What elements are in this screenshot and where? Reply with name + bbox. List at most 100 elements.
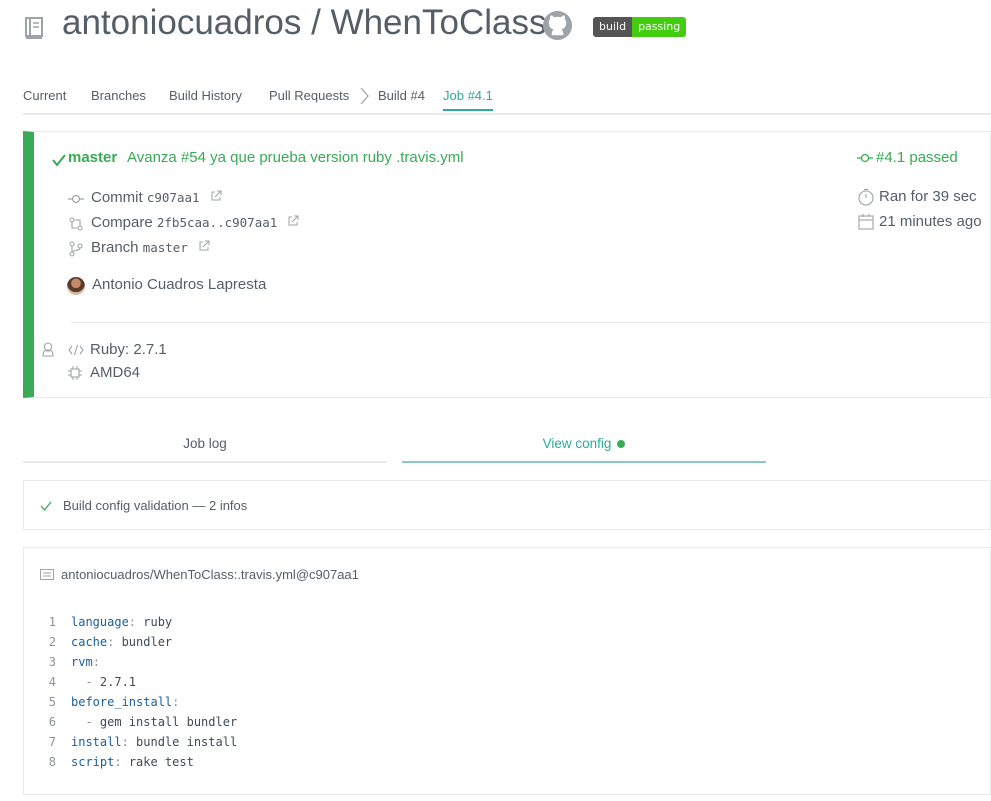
compare-range[interactable]: 2fb5caa..c907aa1 bbox=[157, 215, 277, 230]
external-link-icon[interactable] bbox=[287, 215, 299, 227]
job-status-label: #4.1 passed bbox=[876, 149, 958, 166]
author-name: Antonio Cuadros Lapresta bbox=[92, 276, 267, 293]
line-number: 4 bbox=[48, 675, 56, 689]
github-icon[interactable] bbox=[542, 10, 573, 41]
tab-view-config[interactable]: View config bbox=[402, 430, 766, 463]
line-number: 5 bbox=[48, 695, 56, 709]
check-icon bbox=[40, 501, 52, 511]
badge-label: build bbox=[593, 17, 633, 37]
tab-build[interactable]: Build #4 bbox=[378, 88, 425, 103]
commit-sha[interactable]: c907aa1 bbox=[147, 190, 200, 205]
code-line: 8 script: rake test bbox=[24, 755, 984, 775]
code-line: 3 rvm: bbox=[24, 655, 984, 675]
linux-icon bbox=[42, 342, 54, 357]
code-text: - gem install bundler bbox=[71, 715, 237, 729]
code-text: script: rake test bbox=[71, 755, 194, 769]
yaml-key: install bbox=[71, 735, 122, 749]
build-config-validation[interactable]: Build config validation — 2 infos bbox=[23, 480, 991, 530]
yaml-dash: - bbox=[71, 675, 100, 689]
tab-current[interactable]: Current bbox=[23, 88, 66, 103]
yaml-value: 2.7.1 bbox=[99, 675, 137, 689]
external-link-icon[interactable] bbox=[210, 190, 222, 202]
branch-icon bbox=[69, 241, 83, 257]
yaml-value: gem install bundler bbox=[99, 715, 238, 729]
commit-icon bbox=[68, 194, 84, 204]
commit-message: Avanza #54 ya que prueba version ruby .t… bbox=[127, 149, 464, 166]
tab-pull-requests[interactable]: Pull Requests bbox=[269, 88, 349, 103]
arch-label: AMD64 bbox=[90, 364, 141, 381]
build-status-badge[interactable]: build passing bbox=[593, 17, 687, 37]
avatar bbox=[67, 277, 85, 295]
repo-separator: / bbox=[311, 3, 321, 42]
yaml-value: ruby bbox=[136, 615, 173, 629]
repo-owner-link[interactable]: antoniocuadros bbox=[62, 3, 301, 42]
yaml-colon: : bbox=[92, 655, 100, 669]
yaml-key: cache bbox=[71, 635, 108, 649]
config-code: 1 language: ruby 2 cache: bundler 3 rvm: 4 - 2… bbox=[24, 615, 984, 775]
yaml-key: rvm bbox=[71, 655, 93, 669]
chevron-right-icon bbox=[360, 87, 369, 105]
yaml-colon: : bbox=[128, 615, 137, 629]
stopwatch-icon bbox=[858, 188, 874, 206]
yaml-value: bundle install bbox=[128, 735, 238, 749]
line-number: 1 bbox=[48, 615, 56, 629]
repo-nav-tabs: Current Branches Build History Pull Requ… bbox=[23, 86, 991, 115]
external-link-icon[interactable] bbox=[198, 240, 210, 252]
code-text: cache: bundler bbox=[71, 635, 172, 649]
code-text: before_install: bbox=[71, 695, 179, 709]
language-label: Ruby: 2.7.1 bbox=[90, 341, 167, 358]
yaml-value: rake test bbox=[121, 755, 194, 769]
validation-text: Build config validation — 2 infos bbox=[63, 498, 248, 513]
calendar-icon bbox=[858, 214, 874, 230]
yaml-key: before_install bbox=[71, 695, 173, 709]
config-source-label: antoniocuadros/WhenToClass:.travis.yml@c… bbox=[61, 567, 359, 582]
view-config-label: View config bbox=[542, 436, 612, 451]
commit-label: Commit bbox=[91, 189, 143, 206]
code-line: 6 - gem install bundler bbox=[24, 715, 984, 735]
code-text: rvm: bbox=[71, 655, 100, 669]
line-number: 6 bbox=[48, 715, 56, 729]
cpu-icon bbox=[68, 366, 82, 380]
duration-label: Ran for 39 sec bbox=[879, 188, 977, 205]
line-number: 3 bbox=[48, 655, 56, 669]
branch-name[interactable]: master bbox=[68, 149, 117, 166]
status-dot bbox=[617, 440, 626, 448]
code-line: 2 cache: bundler bbox=[24, 635, 984, 655]
tab-build-history[interactable]: Build History bbox=[169, 88, 242, 103]
job-log-label: Job log bbox=[183, 436, 227, 451]
commit-icon bbox=[857, 153, 873, 163]
yaml-key: language bbox=[71, 615, 129, 629]
tab-branches[interactable]: Branches bbox=[91, 88, 146, 103]
yaml-colon: : bbox=[114, 755, 122, 769]
yaml-dash: - bbox=[71, 715, 100, 729]
yaml-value: bundler bbox=[114, 635, 173, 649]
job-sub-tabs: Job log View config bbox=[23, 430, 766, 464]
yaml-colon: : bbox=[172, 695, 180, 709]
line-number: 8 bbox=[48, 755, 56, 769]
finished-label: 21 minutes ago bbox=[879, 213, 982, 230]
code-line: 7 install: bundle install bbox=[24, 735, 984, 755]
tab-job[interactable]: Job #4.1 bbox=[443, 88, 493, 111]
check-icon bbox=[52, 154, 66, 167]
code-icon bbox=[68, 344, 84, 356]
repo-name-link[interactable]: WhenToClass bbox=[331, 3, 547, 42]
branch-label: Branch bbox=[91, 239, 139, 256]
code-line: 1 language: ruby bbox=[24, 615, 984, 635]
yaml-colon: : bbox=[121, 735, 129, 749]
repo-icon bbox=[25, 17, 43, 39]
badge-value: passing bbox=[632, 17, 687, 37]
code-text: language: ruby bbox=[71, 615, 172, 629]
yaml-key: script bbox=[71, 755, 115, 769]
code-line: 5 before_install: bbox=[24, 695, 984, 715]
divider bbox=[71, 322, 991, 323]
code-text: install: bundle install bbox=[71, 735, 237, 749]
line-number: 2 bbox=[48, 635, 56, 649]
config-panel: antoniocuadros/WhenToClass:.travis.yml@c… bbox=[23, 547, 991, 795]
compare-icon bbox=[69, 217, 83, 231]
branch-value[interactable]: master bbox=[143, 240, 188, 255]
line-number: 7 bbox=[48, 735, 56, 749]
tab-job-log[interactable]: Job log bbox=[23, 430, 387, 463]
file-icon bbox=[40, 569, 54, 580]
code-line: 4 - 2.7.1 bbox=[24, 675, 984, 695]
repo-title: antoniocuadros / WhenToClass bbox=[62, 3, 546, 43]
